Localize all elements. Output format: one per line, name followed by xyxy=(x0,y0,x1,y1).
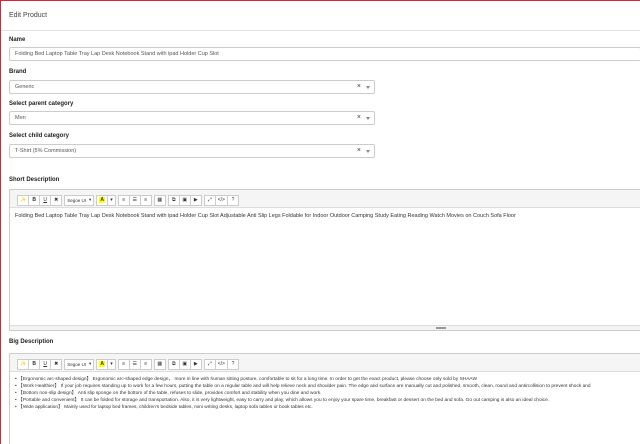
color-chevron-down-icon[interactable]: ▾ xyxy=(107,194,116,206)
parent-category-chevron-down-icon[interactable] xyxy=(366,117,370,120)
list-item-text: 【Portable and convenient】 It can be fold… xyxy=(18,398,550,403)
list-item-text: 【Bottom non-slip design】 Anti slip spong… xyxy=(18,391,322,396)
list-item: • 【Wide application】 Mainly used for lap… xyxy=(15,405,313,410)
short-description-text: Folding Bed Laptop Table Tray Lap Desk N… xyxy=(15,213,516,219)
video-icon[interactable]: ▶ xyxy=(189,358,202,370)
list-item-text: 【Wide application】 Mainly used for lapto… xyxy=(18,405,313,410)
table-icon[interactable]: ▦ xyxy=(153,194,166,206)
text-color-icon: A xyxy=(99,197,106,203)
parent-category-value: Men xyxy=(15,115,26,121)
font-family-select[interactable]: Segoe UI ▾ xyxy=(64,194,95,206)
paragraph-align-icon[interactable]: ≡ xyxy=(139,358,152,370)
chevron-down-icon: ▾ xyxy=(88,361,92,366)
list-item-text: 【Ergonomic arc-shaped design】 Ergonomic … xyxy=(18,377,477,382)
child-category-label: Select child category xyxy=(9,133,70,139)
short-description-toolbar: ✨ B U ✖ Segoe UI ▾ A ▾ ≡ ☰ ≡ ▦ ⧉ ▣ ▶ ⤢ </… xyxy=(10,190,640,208)
parent-category-select[interactable]: Men × xyxy=(9,111,375,125)
short-description-editor: ✨ B U ✖ Segoe UI ▾ A ▾ ≡ ☰ ≡ ▦ ⧉ ▣ ▶ ⤢ </… xyxy=(9,189,640,331)
short-description-content[interactable]: Folding Bed Laptop Table Tray Lap Desk N… xyxy=(10,208,640,220)
big-description-label: Big Description xyxy=(9,339,54,345)
resize-grip-icon xyxy=(436,327,446,329)
child-category-clear-icon[interactable]: × xyxy=(357,147,361,154)
big-description-content[interactable]: • 【Ergonomic arc-shaped design】 Ergonomi… xyxy=(10,372,640,411)
brand-clear-icon[interactable]: × xyxy=(357,83,361,90)
name-input[interactable]: Folding Bed Laptop Table Tray Lap Desk N… xyxy=(9,47,640,61)
text-color-icon: A xyxy=(99,361,106,367)
eraser-icon[interactable]: ✖ xyxy=(50,194,63,206)
code-view-icon[interactable]: </> xyxy=(214,358,228,370)
list-item: • 【Bottom non-slip design】 Anti slip spo… xyxy=(15,391,322,396)
video-icon[interactable]: ▶ xyxy=(189,194,202,206)
table-icon[interactable]: ▦ xyxy=(153,358,166,370)
color-chevron-down-icon[interactable]: ▾ xyxy=(107,358,116,370)
eraser-icon[interactable]: ✖ xyxy=(50,358,63,370)
help-icon[interactable]: ? xyxy=(226,358,239,370)
font-family-value: Segoe UI xyxy=(67,361,86,367)
child-category-chevron-down-icon[interactable] xyxy=(366,150,370,153)
parent-category-label: Select parent category xyxy=(9,101,74,107)
big-description-toolbar: ✨ B U ✖ Segoe UI ▾ A ▾ ≡ ☰ ≡ ▦ ⧉ ▣ ▶ ⤢ </… xyxy=(10,354,640,372)
child-category-select[interactable]: T-Shirt (5% Commission) × xyxy=(9,144,375,158)
page-header: Edit Product xyxy=(1,1,640,31)
name-input-value: Folding Bed Laptop Table Tray Lap Desk N… xyxy=(15,51,219,57)
font-family-value: Segoe UI xyxy=(67,197,86,203)
short-description-label: Short Description xyxy=(9,177,60,183)
chevron-down-icon: ▾ xyxy=(88,197,92,202)
parent-category-clear-icon[interactable]: × xyxy=(357,114,361,121)
font-family-select[interactable]: Segoe UI ▾ xyxy=(64,358,95,370)
paragraph-align-icon[interactable]: ≡ xyxy=(139,194,152,206)
help-icon[interactable]: ? xyxy=(226,194,239,206)
brand-select[interactable]: Generic × xyxy=(9,80,375,94)
editor-resize-handle[interactable] xyxy=(10,325,640,330)
page-title: Edit Product xyxy=(9,12,48,19)
list-item: • 【Work Healthier】 If your job requires … xyxy=(15,384,591,389)
big-description-editor: ✨ B U ✖ Segoe UI ▾ A ▾ ≡ ☰ ≡ ▦ ⧉ ▣ ▶ ⤢ </… xyxy=(9,353,640,444)
list-item: • 【Ergonomic arc-shaped design】 Ergonomi… xyxy=(15,377,477,382)
brand-select-value: Generic xyxy=(15,84,35,90)
child-category-value: T-Shirt (5% Commission) xyxy=(15,148,77,154)
name-label: Name xyxy=(9,37,26,43)
brand-chevron-down-icon[interactable] xyxy=(366,86,370,89)
list-item: • 【Portable and convenient】 It can be fo… xyxy=(15,398,550,403)
code-view-icon[interactable]: </> xyxy=(214,194,228,206)
brand-label: Brand xyxy=(9,69,27,75)
list-item-text: 【Work Healthier】 If your job requires st… xyxy=(18,384,591,389)
